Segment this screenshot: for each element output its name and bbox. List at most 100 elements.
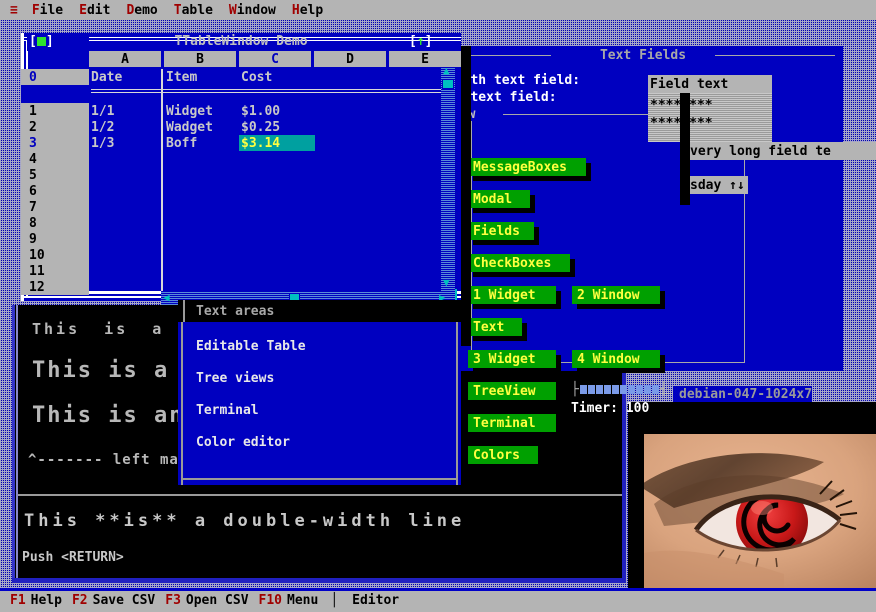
cell-c0[interactable]: Cost	[241, 69, 272, 85]
cell-a1[interactable]: 1/1	[91, 103, 114, 119]
shortcut-label-save-csv[interactable]: Save CSV	[93, 594, 156, 607]
menu-item-demo[interactable]: Demo	[118, 4, 165, 17]
slider-right-cap: ┤	[659, 381, 668, 397]
button-modal[interactable]: Modal	[468, 190, 530, 208]
image-viewer-window[interactable]: debian-047-1024x7	[628, 386, 876, 588]
cell-b0[interactable]: Item	[166, 69, 197, 85]
status-separator: │	[330, 592, 339, 608]
window-border-left	[12, 305, 15, 583]
column-header-a[interactable]: A	[89, 51, 161, 67]
text-areas-title: Text areas	[178, 300, 461, 322]
scroll-down-arrow[interactable]: ▼	[443, 277, 450, 288]
cell-c2[interactable]: $0.25	[241, 119, 280, 135]
menu-label: indow	[236, 2, 276, 18]
shortcut-key-f1[interactable]: F1	[10, 594, 26, 607]
button-checkboxes[interactable]: CheckBoxes	[468, 254, 570, 272]
progress-slider[interactable]: ├ ┤	[571, 382, 668, 396]
slider-track[interactable]	[579, 384, 660, 394]
list-item-color-editor[interactable]: Color editor	[196, 436, 290, 449]
scroll-left-arrow[interactable]: ◀	[163, 292, 170, 303]
row-header-6[interactable]: 6	[21, 183, 89, 199]
shortcut-key-f10[interactable]: F10	[259, 594, 282, 607]
menu-item-help[interactable]: Help	[284, 4, 331, 17]
column-header-d[interactable]: D	[314, 51, 386, 67]
row-header-12[interactable]: 12	[21, 279, 89, 295]
long-field-input[interactable]: very long field te	[688, 142, 876, 160]
shortcut-label-open-csv[interactable]: Open CSV	[186, 594, 249, 607]
menu-hotkey: F	[31, 2, 40, 18]
status-bar: F1 Help F2 Save CSV F3 Open CSV F10 Menu…	[0, 588, 876, 612]
vertical-scrollbar[interactable]	[441, 67, 455, 291]
menu-label: dit	[86, 2, 111, 18]
vertical-scroll-thumb[interactable]	[442, 79, 454, 89]
table-window[interactable]: [] TTableWindow Demo [↑] A B C D E 0 1 2…	[21, 33, 461, 305]
day-spinner-field[interactable]: sday ↑↓	[688, 176, 748, 194]
cell-a0[interactable]: Date	[91, 69, 122, 85]
row-header-3[interactable]: 3	[21, 135, 89, 151]
menu-label: able	[181, 2, 213, 18]
cell-c3-selected[interactable]: $3.14	[239, 135, 315, 151]
cell-b3[interactable]: Boff	[166, 135, 197, 151]
cell-b2[interactable]: Wadget	[166, 119, 213, 135]
button-2-window[interactable]: 2 Window	[572, 286, 660, 304]
password-field-area[interactable]: ******** ********	[648, 93, 772, 142]
row-header-9[interactable]: 9	[21, 231, 89, 247]
cell-a3[interactable]: 1/3	[91, 135, 114, 151]
cell-a2[interactable]: 1/2	[91, 119, 114, 135]
window-border-left-inner	[16, 305, 18, 583]
column-header-c[interactable]: C	[239, 51, 311, 67]
shortcut-label-help[interactable]: Help	[31, 594, 62, 607]
row-header-7[interactable]: 7	[21, 199, 89, 215]
list-item-editable-table[interactable]: Editable Table	[196, 340, 306, 353]
cell-b1[interactable]: Widget	[166, 103, 213, 119]
row-header-0[interactable]: 0	[21, 69, 89, 85]
slider-left-cap: ├	[571, 381, 579, 397]
column-header-e[interactable]: E	[389, 51, 461, 67]
table-window-title: TTableWindow Demo	[174, 34, 308, 49]
button-3-widget[interactable]: 3 Widget	[468, 350, 556, 368]
list-border-left	[181, 322, 183, 485]
menu-hotkey: T	[173, 2, 182, 18]
text-fields-window[interactable]: Text Fields width text field: th text fi…	[443, 46, 843, 469]
row-header-10[interactable]: 10	[21, 247, 89, 263]
menu-item-edit[interactable]: Edit	[71, 4, 118, 17]
shortcut-key-f3[interactable]: F3	[165, 594, 181, 607]
list-item-terminal[interactable]: Terminal	[196, 404, 259, 417]
menu-item-file[interactable]: File	[24, 4, 71, 17]
menu-hotkey: W	[228, 2, 237, 18]
button-colors[interactable]: Colors	[468, 446, 538, 464]
menu-label: elp	[299, 2, 324, 18]
field-text-input[interactable]: Field text	[648, 75, 772, 93]
cell-c1[interactable]: $1.00	[241, 103, 280, 119]
list-item-tree-views[interactable]: Tree views	[196, 372, 274, 385]
row-header-2[interactable]: 2	[21, 119, 89, 135]
scroll-up-arrow[interactable]: ▲	[443, 65, 450, 76]
button-treeview[interactable]: TreeView	[468, 382, 556, 400]
shortcut-key-f2[interactable]: F2	[72, 594, 88, 607]
field-column-shadow	[680, 93, 690, 205]
row-header-11[interactable]: 11	[21, 263, 89, 279]
button-4-window[interactable]: 4 Window	[572, 350, 660, 368]
hamburger-icon[interactable]: ≡	[0, 4, 24, 17]
image-window-title: debian-047-1024x7	[673, 386, 813, 402]
menu-hotkey: E	[79, 2, 87, 18]
column-header-b[interactable]: B	[164, 51, 236, 67]
button-fields[interactable]: Fields	[468, 222, 534, 240]
text-areas-window[interactable]: Text areas Editable Table Tree views Ter…	[178, 300, 461, 485]
button-messageboxes[interactable]: MessageBoxes	[468, 158, 586, 176]
button-text[interactable]: Text	[468, 318, 522, 336]
timer-label: Timer: 100	[571, 401, 650, 416]
button-terminal[interactable]: Terminal	[468, 414, 556, 432]
row-header-8[interactable]: 8	[21, 215, 89, 231]
menu-item-window[interactable]: Window	[221, 4, 284, 17]
window-border-bottom	[12, 578, 626, 583]
menu-item-table[interactable]: Table	[166, 4, 221, 17]
menu-bar: ≡ File Edit Demo Table Window Help	[0, 0, 876, 20]
row-header-4[interactable]: 4	[21, 151, 89, 167]
maximize-button[interactable]: [↑]	[409, 35, 432, 48]
editor-divider	[18, 494, 622, 496]
button-1-widget[interactable]: 1 Widget	[468, 286, 556, 304]
row-header-5[interactable]: 5	[21, 167, 89, 183]
shortcut-label-menu[interactable]: Menu	[287, 594, 318, 607]
row-header-1[interactable]: 1	[21, 103, 89, 119]
